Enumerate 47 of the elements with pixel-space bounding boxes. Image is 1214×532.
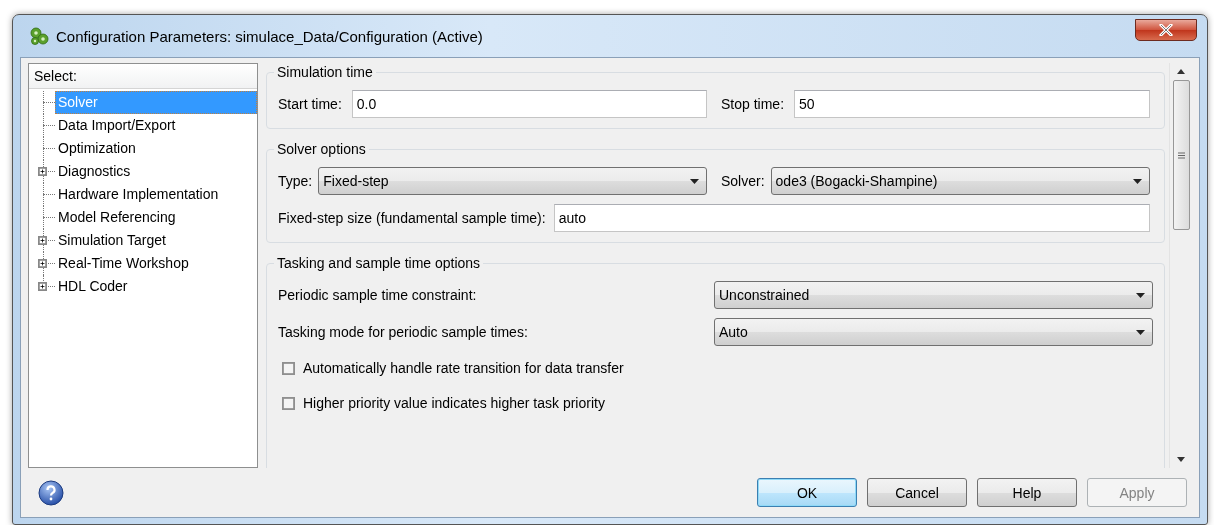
expand-icon[interactable] bbox=[38, 282, 47, 291]
expand-icon[interactable] bbox=[38, 167, 47, 176]
checkbox-label: Automatically handle rate transition for data transfer bbox=[303, 360, 624, 376]
window-title: Configuration Parameters: simulace_Data/Configuration (Active) bbox=[56, 27, 483, 45]
checkbox-label: Higher priority value indicates higher task priority bbox=[303, 395, 605, 411]
dialog-button[interactable]: OK bbox=[757, 478, 857, 507]
dialog-button[interactable]: Cancel bbox=[867, 478, 967, 507]
dropdown-arrow-icon bbox=[1136, 292, 1145, 298]
field-label: Periodic sample time constraint: bbox=[278, 287, 478, 303]
dropdown[interactable]: Auto bbox=[714, 318, 1153, 346]
tree-item[interactable]: Model Referencing bbox=[55, 206, 179, 229]
dropdown[interactable]: ode3 (Bogacki-Shampine) bbox=[770, 167, 1150, 195]
field-label: Tasking mode for periodic sample times: bbox=[278, 324, 529, 340]
text-field[interactable]: 0.0 bbox=[351, 90, 707, 118]
tree-item[interactable]: Diagnostics bbox=[55, 160, 134, 183]
tree-item[interactable]: Real-Time Workshop bbox=[55, 252, 192, 275]
tree-item[interactable]: Data Import/Export bbox=[55, 114, 179, 137]
group-title: Tasking and sample time options bbox=[274, 254, 484, 272]
group-title: Solver options bbox=[274, 140, 369, 158]
dropdown-arrow-icon bbox=[1136, 329, 1145, 335]
expand-icon[interactable] bbox=[38, 236, 47, 245]
text-field[interactable]: 50 bbox=[794, 90, 1150, 118]
close-button[interactable] bbox=[1135, 19, 1197, 41]
field-label: Solver: bbox=[721, 173, 765, 189]
tree-item[interactable]: Optimization bbox=[55, 137, 139, 160]
help-icon[interactable] bbox=[38, 479, 64, 506]
dropdown-arrow-icon bbox=[1133, 178, 1142, 184]
checkbox[interactable] bbox=[282, 396, 295, 410]
tree-item[interactable]: Simulation Target bbox=[55, 229, 169, 252]
field-label: Stop time: bbox=[721, 96, 785, 112]
scroll-thumb[interactable] bbox=[1172, 80, 1190, 230]
scroll-down-icon[interactable] bbox=[1177, 457, 1185, 462]
scroll-up-icon[interactable] bbox=[1177, 69, 1185, 74]
dropdown[interactable]: Fixed-step bbox=[318, 167, 707, 195]
dialog-button[interactable]: Help bbox=[977, 478, 1077, 507]
text-field[interactable]: auto bbox=[553, 204, 1150, 232]
field-label: Start time: bbox=[278, 96, 342, 112]
checkbox[interactable] bbox=[282, 361, 295, 375]
expand-icon[interactable] bbox=[38, 259, 47, 268]
close-icon bbox=[1159, 24, 1173, 36]
gears-icon bbox=[28, 25, 50, 47]
tree-item[interactable]: HDL Coder bbox=[55, 275, 131, 298]
tree-item[interactable]: Hardware Implementation bbox=[55, 183, 222, 206]
field-label: Type: bbox=[278, 173, 313, 189]
field-label: Fixed-step size (fundamental sample time): bbox=[278, 210, 546, 226]
dropdown-arrow-icon bbox=[690, 178, 699, 184]
dropdown[interactable]: Unconstrained bbox=[714, 281, 1153, 309]
